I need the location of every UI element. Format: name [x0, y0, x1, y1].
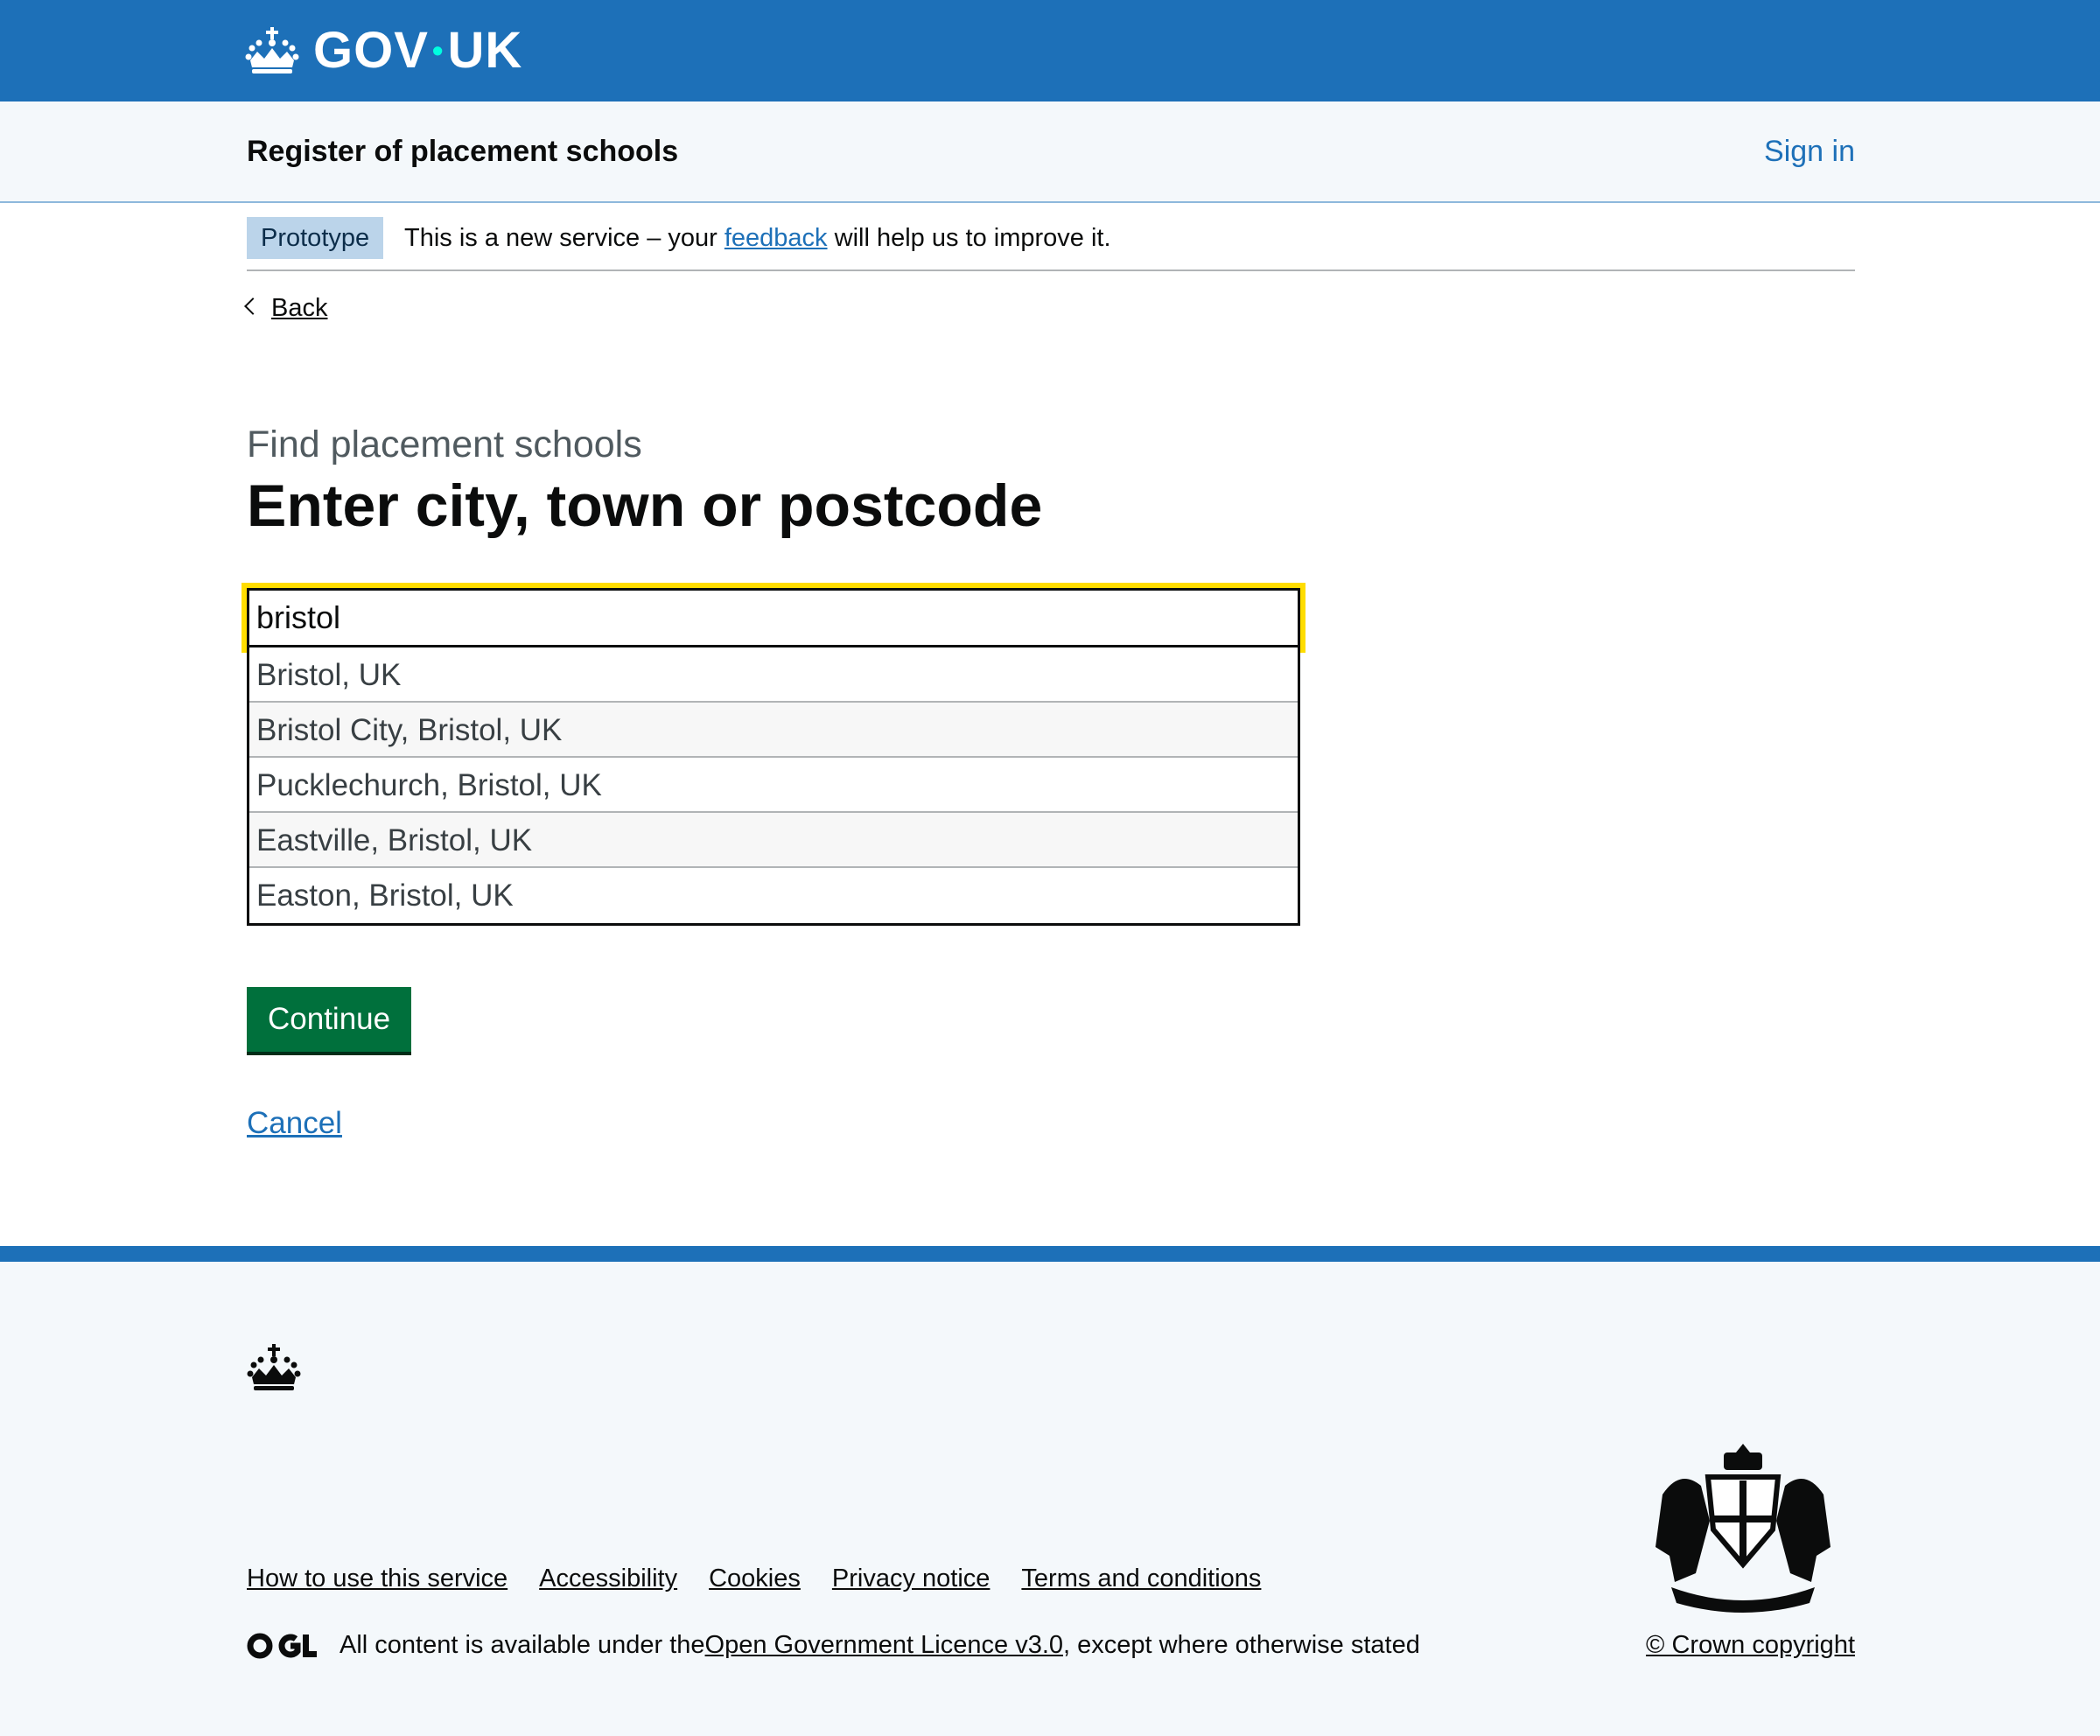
- open-government-licence-link[interactable]: Open Government Licence v3.0: [705, 1631, 1063, 1660]
- chevron-left-icon: [244, 298, 262, 315]
- back-link[interactable]: Back: [271, 294, 327, 322]
- footer-links: How to use this service Accessibility Co…: [247, 1564, 1261, 1593]
- crown-copyright-link[interactable]: © Crown copyright: [1646, 1631, 1855, 1659]
- ogl-logo-icon: [247, 1632, 317, 1660]
- autocomplete-suggestions: Bristol, UK Bristol City, Bristol, UK Pu…: [247, 648, 1300, 926]
- crown-icon: [245, 25, 299, 76]
- service-navigation: Register of placement schools Sign in: [0, 102, 2100, 203]
- sign-in-link[interactable]: Sign in: [1764, 135, 1855, 169]
- service-name[interactable]: Register of placement schools: [247, 135, 678, 169]
- crown-icon: [247, 1342, 301, 1397]
- suggestion-option[interactable]: Easton, Bristol, UK: [249, 868, 1298, 923]
- suggestion-option[interactable]: Bristol, UK: [249, 648, 1298, 703]
- footer-link-accessibility[interactable]: Accessibility: [539, 1564, 677, 1593]
- footer-link-how-to-use[interactable]: How to use this service: [247, 1564, 508, 1593]
- continue-button[interactable]: Continue: [247, 987, 412, 1052]
- cancel-link[interactable]: Cancel: [247, 1106, 342, 1141]
- suggestion-option[interactable]: Pucklechurch, Bristol, UK: [249, 758, 1298, 813]
- royal-coat-of-arms-icon: [1645, 1442, 1841, 1618]
- phase-banner-text: This is a new service – your feedback wi…: [404, 224, 1111, 252]
- govuk-header: GOV •UK: [0, 0, 2100, 102]
- footer-link-privacy[interactable]: Privacy notice: [832, 1564, 990, 1593]
- page-caption: Find placement schools: [247, 424, 642, 466]
- location-search-input[interactable]: [249, 591, 1298, 645]
- location-search-wrapper: [242, 583, 1306, 653]
- govuk-wordmark: GOV •UK: [313, 22, 523, 79]
- suggestion-option[interactable]: Eastville, Bristol, UK: [249, 813, 1298, 868]
- crown-copyright: © Crown copyright: [1646, 1631, 1855, 1660]
- phase-banner: Prototype This is a new service – your f…: [247, 203, 1855, 271]
- feedback-link[interactable]: feedback: [724, 224, 828, 252]
- suggestion-option[interactable]: Bristol City, Bristol, UK: [249, 703, 1298, 758]
- back-link-container: Back: [244, 294, 327, 323]
- page-title: Enter city, town or postcode: [247, 472, 1043, 539]
- licence-statement: All content is available under the Open …: [247, 1631, 1420, 1660]
- footer-link-terms[interactable]: Terms and conditions: [1021, 1564, 1261, 1593]
- footer-link-cookies[interactable]: Cookies: [709, 1564, 801, 1593]
- govuk-logo-link[interactable]: GOV •UK: [245, 19, 522, 82]
- footer: How to use this service Accessibility Co…: [0, 1246, 2100, 1736]
- phase-tag: Prototype: [247, 217, 384, 259]
